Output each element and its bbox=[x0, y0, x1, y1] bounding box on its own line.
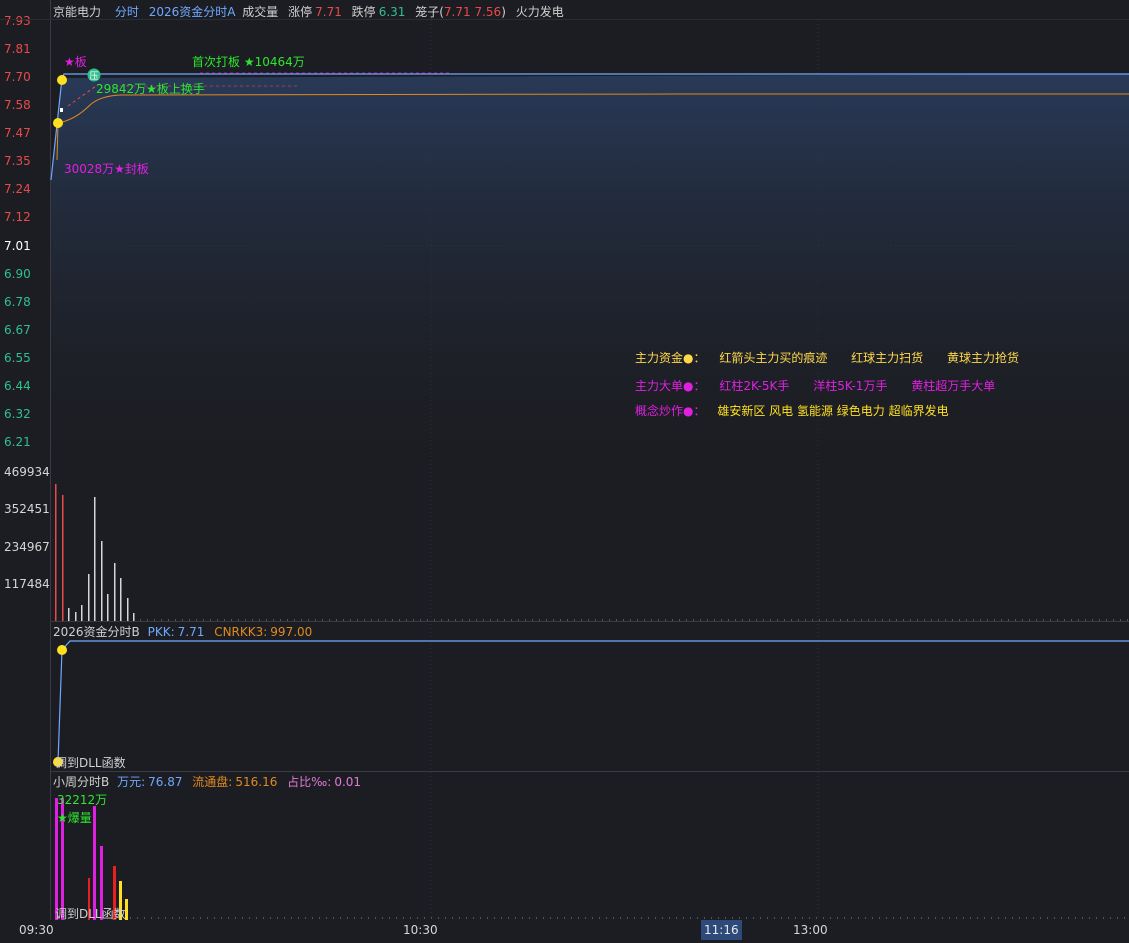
panel-b-header: 2026资金分时B PKK: 7.71 CNRKK3: 997.00 bbox=[53, 623, 318, 640]
panel-b-title[interactable]: 2026资金分时B bbox=[53, 625, 140, 639]
yellow-ball-marker bbox=[57, 645, 67, 655]
legend-item: 黄球主力抢货 bbox=[947, 351, 1020, 365]
cnrkk-label: CNRKK3: bbox=[214, 625, 268, 639]
volume-bar bbox=[68, 608, 70, 621]
legend-big-order: 主力大单●： 红柱2K-5K手 洋柱5K-1万手 黄柱超万手大单 bbox=[635, 377, 1015, 394]
board-annotation: ★板 bbox=[64, 55, 87, 69]
order-bar bbox=[93, 806, 96, 920]
volume-bar bbox=[127, 598, 129, 621]
legend-big-order-label: 主力大单●： bbox=[635, 379, 706, 393]
legend-main-fund-label: 主力资金●： bbox=[635, 351, 706, 365]
press-icon-label: 压 bbox=[89, 71, 98, 82]
legend-concept-label: 概念炒作●： bbox=[635, 404, 706, 418]
volume-bar bbox=[107, 594, 109, 621]
volume-bar bbox=[81, 605, 83, 621]
legend-item: 红球主力扫货 bbox=[851, 351, 924, 365]
burst-amount-annotation: 32212万 bbox=[57, 793, 108, 807]
legend-main-fund: 主力资金●： 红箭头主力买的痕迹 红球主力扫货 黄球主力抢货 bbox=[635, 349, 1039, 366]
time-tick-1030: 10:30 bbox=[403, 923, 438, 937]
volume-bar bbox=[75, 612, 77, 621]
wanyuan-value: 76.87 bbox=[148, 775, 183, 789]
yellow-ball-marker bbox=[57, 75, 67, 85]
volume-bar bbox=[114, 563, 116, 621]
pkk-line bbox=[57, 640, 1129, 763]
volume-bar bbox=[133, 613, 135, 621]
time-axis: 09:30 10:30 11:16 13:00 bbox=[0, 920, 1129, 943]
volume-bar bbox=[101, 541, 103, 621]
legend-concept-items: 雄安新区 风电 氢能源 绿色电力 超临界发电 bbox=[717, 404, 949, 418]
volume-bar bbox=[88, 574, 90, 621]
volume-bar bbox=[55, 484, 57, 621]
pkk-label: PKK: bbox=[147, 625, 175, 639]
ratio-label: 占比‰: bbox=[287, 775, 332, 789]
time-tick-1300: 13:00 bbox=[793, 923, 828, 937]
panel-b-dll-text: 调到DLL函数 bbox=[55, 756, 126, 770]
float-label: 流通盘: bbox=[192, 775, 233, 789]
ratio-value: 0.01 bbox=[334, 775, 362, 789]
panel-c-header: 小周分时B 万元: 76.87 流通盘: 516.16 占比‰: 0.01 bbox=[53, 773, 367, 790]
legend-item: 洋柱5K-1万手 bbox=[813, 379, 888, 393]
time-tick-0930: 09:30 bbox=[19, 923, 54, 937]
pkk-value: 7.71 bbox=[177, 625, 205, 639]
legend-item: 红柱2K-5K手 bbox=[719, 379, 790, 393]
volume-bar bbox=[120, 578, 122, 621]
panel-c-title[interactable]: 小周分时B bbox=[53, 775, 109, 789]
first-hit-annotation: 首次打板 ★10464万 bbox=[192, 55, 305, 69]
legend-concept: 概念炒作●： 雄安新区 风电 氢能源 绿色电力 超临界发电 bbox=[635, 402, 969, 419]
burst-label-annotation: ★爆量 bbox=[57, 811, 92, 825]
turnover-annotation: 29842万★板上换手 bbox=[96, 82, 205, 96]
float-value: 516.16 bbox=[235, 775, 278, 789]
time-cursor-label: 11:16 bbox=[701, 920, 742, 940]
volume-bar bbox=[62, 495, 64, 621]
cnrkk-value: 997.00 bbox=[270, 625, 313, 639]
small-marker bbox=[60, 108, 63, 112]
volume-bar bbox=[94, 497, 96, 621]
seal-annotation: 30028万★封板 bbox=[64, 162, 149, 176]
legend-item: 红箭头主力买的痕迹 bbox=[719, 351, 828, 365]
wanyuan-label: 万元: bbox=[117, 775, 146, 789]
yellow-ball-marker bbox=[53, 118, 63, 128]
volume-bars bbox=[55, 484, 135, 621]
legend-item: 黄柱超万手大单 bbox=[911, 379, 996, 393]
